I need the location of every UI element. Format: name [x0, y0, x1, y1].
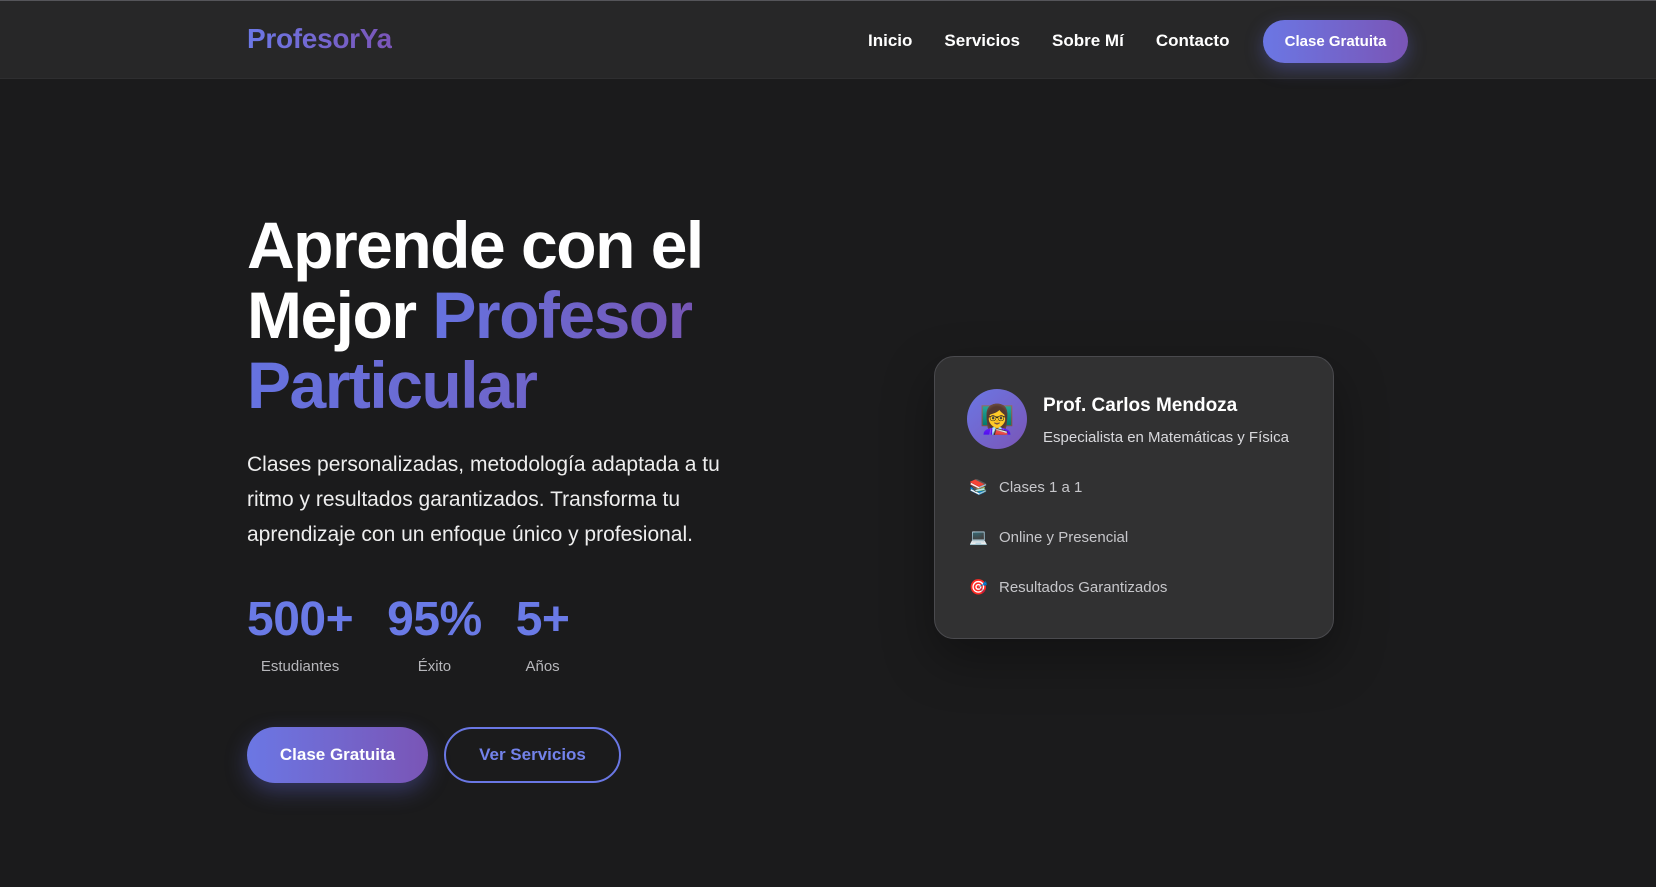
nav-link-contacto[interactable]: Contacto — [1156, 31, 1230, 51]
nav-link-sobre-mi[interactable]: Sobre Mí — [1052, 31, 1124, 51]
hero-title-line-2: Mejor Profesor — [247, 280, 807, 350]
free-class-button[interactable]: Clase Gratuita — [247, 727, 428, 783]
nav-free-class-button[interactable]: Clase Gratuita — [1263, 20, 1408, 63]
logo[interactable]: ProfesorYa — [247, 23, 392, 55]
books-icon: 📚 — [969, 479, 988, 496]
teacher-avatar: 👩‍🏫 — [967, 389, 1027, 449]
feature-label: Clases 1 a 1 — [999, 478, 1083, 496]
teacher-name: Prof. Carlos Mendoza — [1043, 395, 1238, 416]
laptop-icon: 💻 — [969, 529, 988, 546]
nav-link-inicio[interactable]: Inicio — [868, 31, 912, 51]
stat-value: 95% — [387, 593, 482, 646]
stat-success: 95% Éxito — [387, 592, 482, 675]
view-services-button[interactable]: Ver Servicios — [444, 727, 621, 783]
hero-title-accent: Profesor — [432, 278, 693, 352]
navbar: ProfesorYa Inicio Servicios Sobre Mí Con… — [0, 1, 1656, 79]
stat-label: Años — [525, 658, 560, 675]
target-icon: 🎯 — [969, 579, 988, 596]
hero-description: Clases personalizadas, metodología adapt… — [247, 453, 720, 546]
feature-label: Online y Presencial — [999, 528, 1129, 546]
nav-link-servicios[interactable]: Servicios — [944, 31, 1020, 51]
feature-results: 🎯 Resultados Garantizados — [969, 578, 1168, 597]
hero-title-line-3: Particular — [247, 350, 807, 420]
nav-links: Inicio Servicios Sobre Mí Contacto — [868, 31, 1261, 51]
feature-label: Resultados Garantizados — [999, 578, 1168, 596]
teacher-specialty: Especialista en Matemáticas y Física — [1043, 429, 1289, 446]
hero-title-line-1: Aprende con el — [247, 208, 704, 282]
stat-value: 500+ — [247, 593, 354, 646]
stat-years: 5+ Años — [516, 592, 570, 675]
feature-one-on-one: 📚 Clases 1 a 1 — [969, 478, 1083, 497]
stat-label: Estudiantes — [260, 658, 340, 675]
stat-label: Éxito — [417, 658, 452, 675]
hero-title-plain: Mejor — [247, 278, 433, 352]
stat-students: 500+ Estudiantes — [247, 592, 354, 675]
teacher-card: 👩‍🏫 Prof. Carlos Mendoza Especialista en… — [934, 356, 1334, 639]
hero-title: Aprende con el Mejor Profesor Particular — [247, 210, 807, 420]
feature-online: 💻 Online y Presencial — [969, 528, 1129, 547]
stats-row: 500+ Estudiantes 95% Éxito 5+ Años — [247, 592, 603, 675]
stat-value: 5+ — [515, 593, 570, 646]
